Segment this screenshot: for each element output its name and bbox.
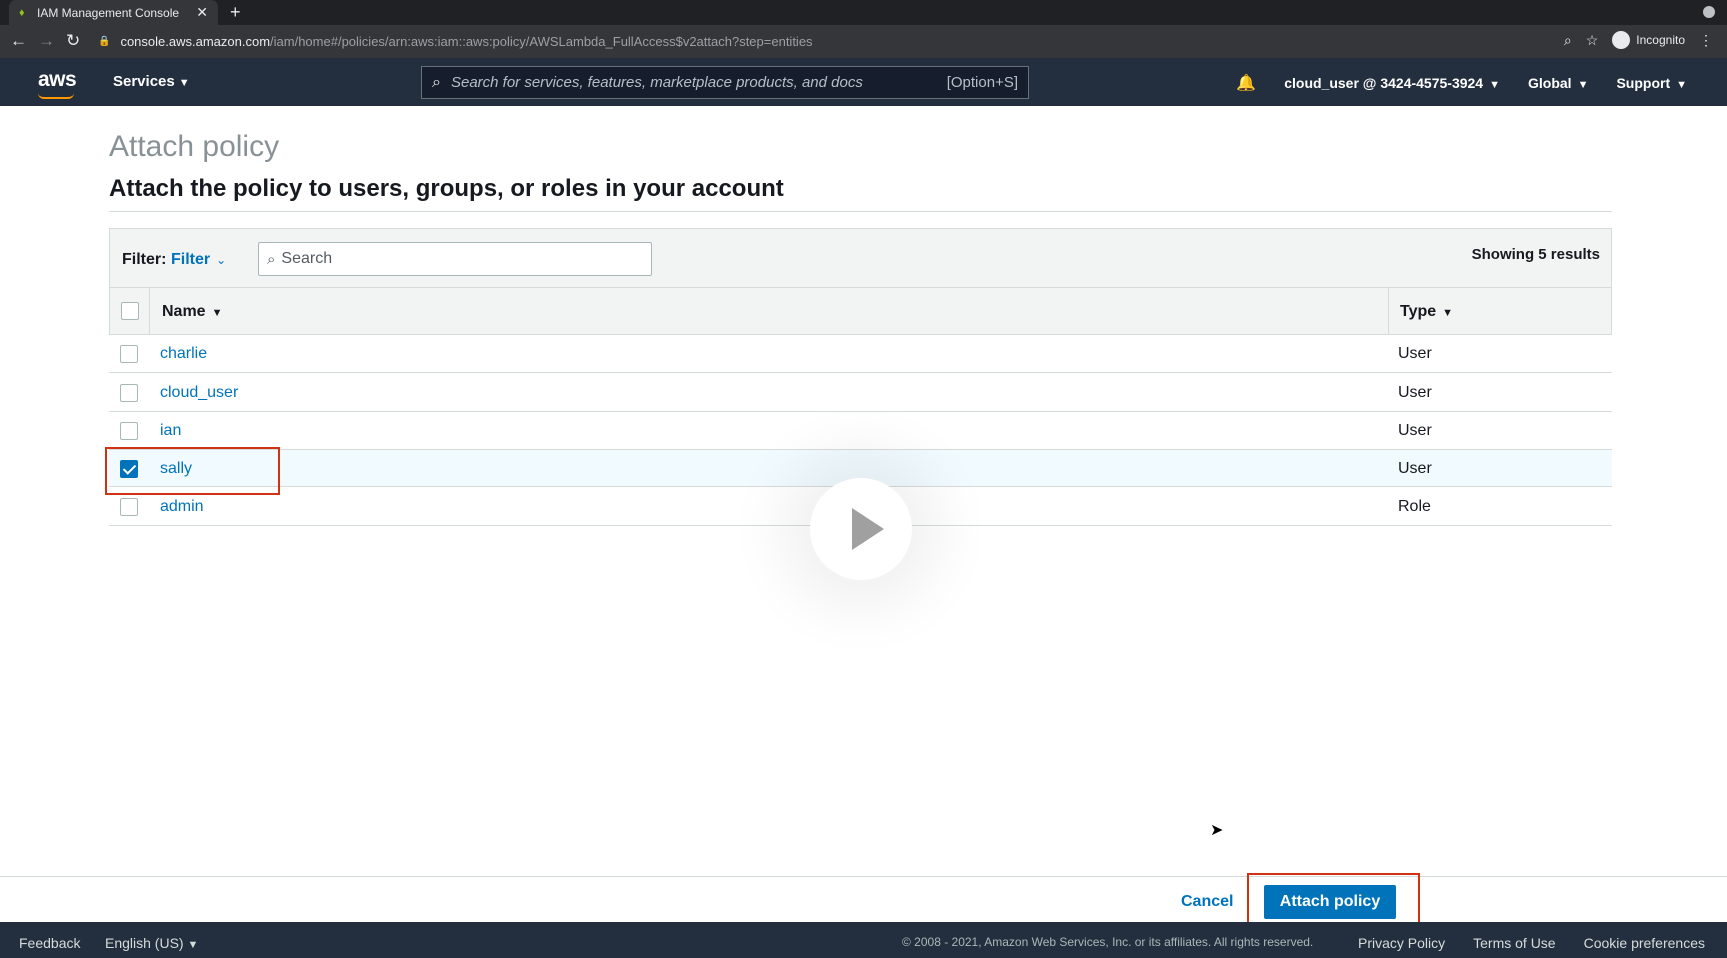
- entity-name-link[interactable]: ian: [160, 422, 181, 440]
- entity-name-link[interactable]: cloud_user: [160, 384, 238, 402]
- footer-links: Privacy Policy Terms of Use Cookie prefe…: [1358, 935, 1705, 951]
- caret-down-icon: ▼: [1676, 79, 1687, 91]
- sort-caret-icon: ▼: [211, 307, 223, 319]
- filter-label: Filter:: [122, 251, 167, 268]
- notifications-bell-icon[interactable]: 🔔: [1236, 73, 1256, 93]
- entity-type: User: [1398, 384, 1432, 401]
- caret-down-icon: ▼: [1577, 79, 1589, 91]
- new-tab-icon[interactable]: +: [230, 2, 241, 23]
- terms-of-use-link[interactable]: Terms of Use: [1473, 935, 1555, 951]
- incognito-icon: [1612, 31, 1631, 49]
- browser-address-bar: ← → ↻ 🔒 console.aws.amazon.com/iam/home#…: [0, 25, 1727, 58]
- highlight-box: [105, 447, 280, 495]
- select-all-checkbox[interactable]: [121, 302, 139, 320]
- chevron-down-icon: ⌄: [216, 253, 227, 267]
- caret-down-icon: ▼: [178, 77, 190, 89]
- entity-type: User: [1398, 345, 1432, 362]
- copyright-text: © 2008 - 2021, Amazon Web Services, Inc.…: [902, 935, 1314, 949]
- caret-down-icon: ▼: [1489, 79, 1500, 91]
- cancel-button[interactable]: Cancel: [1181, 893, 1233, 911]
- table-header: Name ▼ Type ▼: [109, 287, 1612, 335]
- forward-icon[interactable]: →: [38, 31, 55, 51]
- entity-search: ⌕: [258, 242, 652, 276]
- console-footer: Feedback English (US) ▼ © 2008 - 2021, A…: [0, 922, 1727, 958]
- browser-actions: ⌕ ☆ Incognito ⋮: [1564, 31, 1713, 49]
- filter-value: Filter: [171, 251, 211, 268]
- bookmark-star-icon[interactable]: ☆: [1586, 32, 1599, 49]
- search-icon: ⌕: [432, 73, 441, 91]
- entity-name-link[interactable]: admin: [160, 498, 204, 516]
- aws-top-nav: aws Services ▼ ⌕ Search for services, fea…: [0, 58, 1727, 106]
- caret-down-icon: ▼: [187, 939, 199, 951]
- entity-type: User: [1398, 422, 1432, 439]
- feedback-link[interactable]: Feedback: [19, 935, 80, 951]
- services-menu[interactable]: Services ▼: [113, 73, 190, 90]
- entity-search-input[interactable]: [281, 250, 643, 268]
- aws-favicon-icon: ♦: [19, 6, 25, 19]
- window-menu-icon[interactable]: [1703, 6, 1715, 18]
- row-checkbox[interactable]: [120, 422, 138, 440]
- type-header-label: Type: [1400, 303, 1437, 320]
- browser-tab[interactable]: ♦ IAM Management Console ✕: [9, 0, 218, 25]
- nav-right-group: 🔔 cloud_user @ 3424-4575-3924 ▼ Global ▼ S…: [1236, 73, 1687, 93]
- entity-name-link[interactable]: charlie: [160, 345, 207, 363]
- name-header-label: Name: [162, 303, 206, 320]
- browser-menu-icon[interactable]: ⋮: [1699, 32, 1713, 49]
- back-icon[interactable]: ←: [10, 31, 27, 51]
- url-path: /iam/home#/policies/arn:aws:iam::aws:pol…: [270, 34, 813, 49]
- divider: [0, 876, 1727, 877]
- account-menu[interactable]: cloud_user @ 3424-4575-3924 ▼: [1284, 75, 1500, 91]
- search-icon: ⌕: [267, 250, 276, 268]
- language-selector[interactable]: English (US) ▼: [105, 935, 198, 951]
- services-label: Services: [113, 73, 175, 90]
- url-host: console.aws.amazon.com: [120, 34, 271, 49]
- close-tab-icon[interactable]: ✕: [196, 4, 208, 21]
- region-label: Global: [1528, 75, 1572, 91]
- browser-tab-strip: ♦ IAM Management Console ✕ +: [0, 0, 1727, 25]
- unified-search-placeholder: Search for services, features, marketpla…: [450, 74, 863, 91]
- select-all-cell: [110, 288, 150, 334]
- browser-tab-title: IAM Management Console: [37, 5, 180, 20]
- privacy-policy-link[interactable]: Privacy Policy: [1358, 935, 1445, 951]
- row-checkbox[interactable]: [120, 384, 138, 402]
- table-row[interactable]: charlie User: [109, 335, 1612, 373]
- incognito-label: Incognito: [1636, 33, 1685, 47]
- aws-logo[interactable]: aws: [38, 68, 77, 99]
- aws-smile-icon: [38, 93, 74, 99]
- divider: [109, 211, 1612, 212]
- attach-policy-button[interactable]: Attach policy: [1264, 885, 1396, 919]
- reload-icon[interactable]: ↻: [66, 31, 80, 51]
- language-label: English (US): [105, 935, 184, 951]
- play-icon[interactable]: [810, 478, 912, 580]
- support-menu[interactable]: Support ▼: [1616, 75, 1687, 91]
- table-row[interactable]: cloud_user User: [109, 374, 1612, 412]
- support-label: Support: [1616, 75, 1671, 91]
- lock-icon: 🔒: [98, 36, 111, 47]
- entity-type: User: [1398, 460, 1432, 477]
- table-row[interactable]: ian User: [109, 412, 1612, 450]
- page-subtitle: Attach the policy to users, groups, or r…: [109, 175, 784, 202]
- column-header-type[interactable]: Type ▼: [1388, 288, 1612, 334]
- account-label: cloud_user @ 3424-4575-3924: [1284, 75, 1484, 91]
- region-menu[interactable]: Global ▼: [1528, 75, 1588, 91]
- page-title: Attach policy: [109, 130, 280, 163]
- mouse-pointer-icon: ➤: [1210, 822, 1224, 839]
- search-shortcut-hint: [Option+S]: [946, 74, 1018, 91]
- aws-logo-text: aws: [38, 68, 77, 91]
- cookie-preferences-link[interactable]: Cookie preferences: [1584, 935, 1705, 951]
- row-checkbox[interactable]: [120, 345, 138, 363]
- row-checkbox[interactable]: [120, 498, 138, 516]
- unified-search[interactable]: ⌕ Search for services, features, marketp…: [421, 66, 1029, 99]
- filter-dropdown[interactable]: Filter ⌄: [171, 251, 226, 269]
- url-field[interactable]: 🔒 console.aws.amazon.com/iam/home#/polic…: [98, 29, 1727, 54]
- entity-type: Role: [1398, 498, 1431, 515]
- sort-caret-icon: ▼: [1442, 307, 1454, 319]
- filter-bar: Filter: Filter ⌄ ⌕ Showing 5 results: [109, 228, 1612, 287]
- column-header-name[interactable]: Name ▼: [162, 303, 222, 321]
- incognito-indicator[interactable]: Incognito: [1612, 31, 1685, 49]
- results-count: Showing 5 results: [1471, 246, 1600, 263]
- zoom-icon[interactable]: ⌕: [1564, 32, 1572, 49]
